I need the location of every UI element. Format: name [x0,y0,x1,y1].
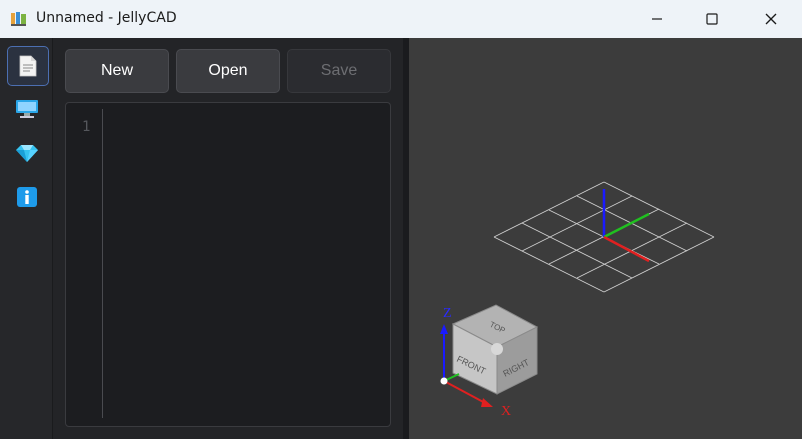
close-button[interactable] [748,0,794,38]
monitor-icon [16,100,38,118]
new-button[interactable]: New [65,49,169,93]
line-number: 1 [82,119,91,135]
maximize-icon [706,13,718,25]
activity-bar [0,38,53,439]
activity-item-editor[interactable] [7,46,49,86]
document-icon [19,55,37,77]
y-axis-line [603,212,650,239]
info-icon [17,187,37,207]
z-axis-label: Z [443,306,452,321]
window-title: Unnamed - JellyCAD [36,10,177,26]
viewport-scene: TOP FRONT RIGHT Z X [440,181,715,419]
activity-item-about[interactable] [7,178,47,216]
editor-panel: New Open Save 1 [53,38,403,439]
jellycad-logo-icon [11,12,26,26]
save-button[interactable]: Save [287,49,391,93]
minimize-button[interactable] [634,0,680,38]
diamond-icon [16,145,38,162]
gutter-divider [102,109,103,418]
activity-item-models[interactable] [7,134,47,172]
title-bar: Unnamed - JellyCAD [0,0,802,38]
maximize-button[interactable] [689,0,735,38]
x-axis-line [603,235,650,263]
view-cube: TOP FRONT RIGHT [451,304,539,395]
x-axis-label: X [501,404,511,419]
open-button[interactable]: Open [176,49,280,93]
activity-item-viewport[interactable] [7,90,47,128]
minimize-icon [652,18,662,20]
3d-viewport[interactable]: TOP FRONT RIGHT Z X [409,38,802,439]
close-icon [765,13,777,25]
code-editor[interactable]: 1 [65,102,391,427]
